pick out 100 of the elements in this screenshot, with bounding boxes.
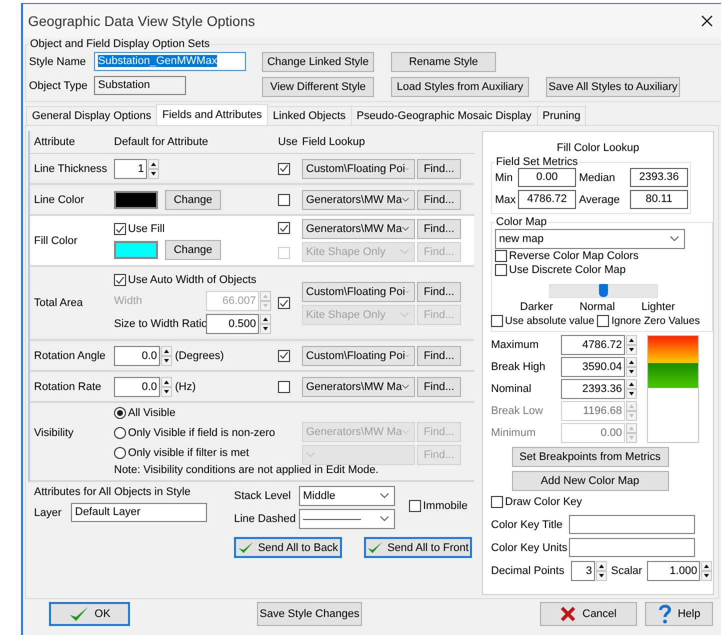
spin-button-icon[interactable] xyxy=(626,379,637,399)
dropdown[interactable]: Custom\Floating Poi xyxy=(302,346,415,366)
unit-label: (Degrees) xyxy=(175,350,224,362)
dropdown[interactable]: Custom\Floating Poi xyxy=(302,282,415,302)
number-field[interactable]: 1.000 xyxy=(647,561,700,581)
checkbox[interactable] xyxy=(114,274,126,286)
checkbox[interactable] xyxy=(491,315,503,327)
metric-label: Min xyxy=(495,172,514,184)
panel-title: Fill Color Lookup xyxy=(556,142,640,154)
slider-label: Normal xyxy=(579,301,615,313)
checkbox-label: Draw Color Key xyxy=(505,496,582,508)
text-field[interactable] xyxy=(569,538,695,557)
action-button[interactable]: Cancel xyxy=(540,602,637,626)
line-style-dropdown[interactable] xyxy=(299,509,395,529)
find-button[interactable]: Find... xyxy=(417,190,461,210)
slider-thumb[interactable] xyxy=(598,284,608,297)
attribute-label: Fill Color xyxy=(34,234,78,246)
field-label: Color Key Title xyxy=(491,518,564,530)
action-button[interactable]: Save Style Changes xyxy=(257,602,362,626)
checkbox-label: Immobile xyxy=(423,500,468,512)
radio-button[interactable] xyxy=(114,447,126,459)
checkbox[interactable] xyxy=(491,496,503,508)
column-header: Use xyxy=(278,136,299,148)
breakpoint-label: Break Low xyxy=(491,405,544,417)
radio-button[interactable] xyxy=(114,407,126,419)
style-name-field[interactable]: Substation_GenMWMax xyxy=(94,52,246,71)
action-button[interactable]: Rename Style xyxy=(391,52,496,72)
find-button[interactable]: Find... xyxy=(417,219,461,239)
number-field[interactable]: 0.0 xyxy=(114,376,160,396)
spin-button-icon[interactable] xyxy=(148,158,159,178)
checkbox[interactable] xyxy=(597,315,610,327)
metric-label: Median xyxy=(579,172,616,184)
number-field[interactable]: 3 xyxy=(571,561,595,581)
number-field[interactable]: 2393.36 xyxy=(561,379,625,399)
action-button[interactable]: Load Styles from Auxiliary xyxy=(391,77,529,97)
find-button[interactable]: Find... xyxy=(417,282,461,302)
action-button[interactable]: Send All to Back xyxy=(234,537,342,558)
number-field[interactable]: 3590.04 xyxy=(561,357,625,377)
spin-button-icon[interactable] xyxy=(260,314,271,334)
chevron-icon xyxy=(402,428,409,434)
question-mark-icon xyxy=(658,604,672,624)
number-field[interactable]: 1 xyxy=(114,158,147,178)
spin-button-icon[interactable] xyxy=(701,561,712,581)
number-field[interactable]: 4786.72 xyxy=(561,335,625,355)
checkbox[interactable] xyxy=(278,222,290,234)
action-button[interactable]: Send All to Front xyxy=(364,537,472,558)
checkbox-label: Reverse Color Map Colors xyxy=(509,250,639,262)
change-button[interactable]: Change xyxy=(165,190,221,210)
metric-label: Average xyxy=(579,194,621,206)
dropdown[interactable]: new map xyxy=(495,229,685,249)
checkbox[interactable] xyxy=(278,297,290,309)
dropdown[interactable]: Generators\MW Ma xyxy=(302,376,415,396)
field-label: Color Key Units xyxy=(491,542,568,554)
layer-field[interactable]: Default Layer xyxy=(71,503,207,522)
dropdown[interactable]: Middle xyxy=(299,486,395,506)
spin-button-icon[interactable] xyxy=(161,376,172,396)
field-label: Layer xyxy=(34,506,63,518)
radio-button[interactable] xyxy=(114,427,126,439)
spin-button-icon[interactable] xyxy=(596,561,607,581)
checkbox[interactable] xyxy=(114,223,126,235)
action-button[interactable]: Set Breakpoints from Metrics xyxy=(512,447,668,467)
action-button[interactable]: OK xyxy=(49,602,130,626)
breakpoint-label: Maximum xyxy=(491,339,540,351)
checkbox[interactable] xyxy=(278,162,290,174)
metric-value: 80.11 xyxy=(630,190,688,209)
spin-button-icon[interactable] xyxy=(161,346,172,366)
action-button[interactable]: Save All Styles to Auxiliary xyxy=(546,77,680,97)
checkbox[interactable] xyxy=(495,264,507,276)
number-field[interactable]: 0.0 xyxy=(114,346,160,366)
action-button[interactable]: Change Linked Style xyxy=(262,52,374,72)
field-label: Stack Level xyxy=(234,490,292,502)
checkbox[interactable] xyxy=(409,500,421,512)
chevron-icon xyxy=(306,452,315,458)
text-field[interactable] xyxy=(569,515,695,534)
checkbox[interactable] xyxy=(278,350,290,362)
dropdown[interactable]: Custom\Floating Poi xyxy=(302,158,415,178)
checkmark-icon xyxy=(367,541,384,554)
tab[interactable]: General Display Options xyxy=(26,106,158,125)
tab[interactable]: Pruning xyxy=(536,106,586,125)
close-icon[interactable] xyxy=(701,15,713,27)
find-button[interactable]: Find... xyxy=(417,376,461,396)
number-field[interactable]: 0.500 xyxy=(206,314,259,334)
find-button[interactable]: Find... xyxy=(417,346,461,366)
note-text: Note: Visibility conditions are not applied in Edit Mode. xyxy=(114,464,380,476)
breakpoint-label: Nominal xyxy=(491,383,532,395)
checkbox[interactable] xyxy=(495,250,507,262)
change-button[interactable]: Change xyxy=(165,240,221,260)
dropdown[interactable]: Generators\MW Ma xyxy=(302,190,415,210)
checkbox[interactable] xyxy=(278,380,290,392)
spin-button-icon[interactable] xyxy=(626,335,637,355)
action-button[interactable]: Help xyxy=(645,602,713,626)
radio-label: All Visible xyxy=(128,407,176,419)
dropdown[interactable]: Generators\MW Ma xyxy=(302,219,415,239)
find-button[interactable]: Find... xyxy=(417,158,461,178)
chevron-icon xyxy=(402,384,409,390)
action-button[interactable]: Add New Color Map xyxy=(512,471,668,491)
checkbox[interactable] xyxy=(278,194,290,206)
action-button[interactable]: View Different Style xyxy=(262,77,374,97)
tab[interactable]: Fields and Attributes xyxy=(156,104,268,125)
spin-button-icon[interactable] xyxy=(626,357,637,377)
